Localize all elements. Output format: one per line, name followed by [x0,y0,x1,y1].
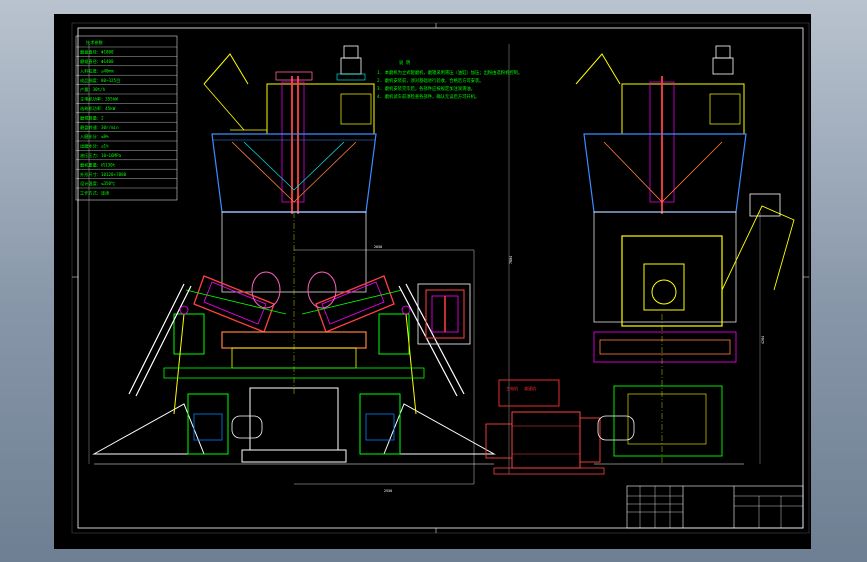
note-1: 1. 本磨机为立式辊磨机，磨辊采用液压（油缸）加压；出粉由选粉机控制。 [377,69,522,76]
spec-table: 技术参数 磨盘直径：Φ1800 磨辊直径：Φ1400 入料粒度：≤40mm 成品细度：… [75,35,178,201]
reducer-label: 减速机 [524,385,536,391]
drawing-viewport[interactable]: 技术参数 磨盘直径：Φ1800 磨辊直径：Φ1400 入料粒度：≤40mm 成品细度：… [54,14,811,549]
right-grinding-roller [301,271,496,455]
spec-row: 磨盘直径：Φ1800 [80,49,114,56]
spec-row: 外形尺寸：10120×7880 [80,171,127,178]
note-4: 4. 磨机试车前须检查各部件，确认无误后方可开机。 [377,93,479,100]
spec-row: 工作方式：连续 [80,190,109,197]
dimension-label-2050: 2050 [374,245,382,249]
spec-row: 磨盘转速：30r/min [80,124,119,131]
spec-title: 技术参数 [86,39,104,46]
spec-row: 成品细度：80~325目 [80,77,120,84]
dimension-label-4284: 4284 [761,336,765,344]
main-motor-and-gearbox: 主电机 减速机 [485,379,605,475]
notes-title: 说 明 [399,59,410,66]
notes-block: 说 明 1. 本磨机为立式辊磨机，磨辊采用液压（油缸）加压；出粉由选粉机控制。 … [377,59,522,100]
title-block [626,485,804,529]
left-grinding-roller [92,271,287,455]
note-2: 2. 磨机安装前，须对基础进行验收，合格后方可安装。 [377,77,484,84]
spec-row: 入磨水分：≤8% [80,133,109,140]
dimension-label-2550: 2550 [384,489,392,493]
spec-row: 入料粒度：≤40mm [80,67,114,74]
spec-row: 磨机重量：约130t [80,161,116,168]
spec-row: 设计温度：≤350℃ [80,180,115,187]
spec-row: 主电机功率：355kW [80,96,118,103]
motor-label: 主电机 [506,385,518,391]
spec-row: 液压压力：10~16MPa [80,152,122,159]
note-3: 3. 磨机安装完毕后，各部件应按规定加注润滑油。 [377,85,475,92]
spec-row: 磨辊数量：2 [80,114,104,121]
mill-front-view: 2050 2550 7884 [88,44,513,493]
cad-drawing: 技术参数 磨盘直径：Φ1800 磨辊直径：Φ1400 入料粒度：≤40mm 成品细度：… [71,22,810,534]
dimension-label-7884: 7884 [509,256,513,264]
mill-side-view: 4284 [575,45,795,465]
spec-row: 选粉机功率：45kW [80,105,116,112]
spec-row: 磨辊直径：Φ1400 [80,58,114,65]
spec-row: 出磨水分：≤1% [80,143,109,150]
spec-row: 产量：30t/h [80,86,106,93]
